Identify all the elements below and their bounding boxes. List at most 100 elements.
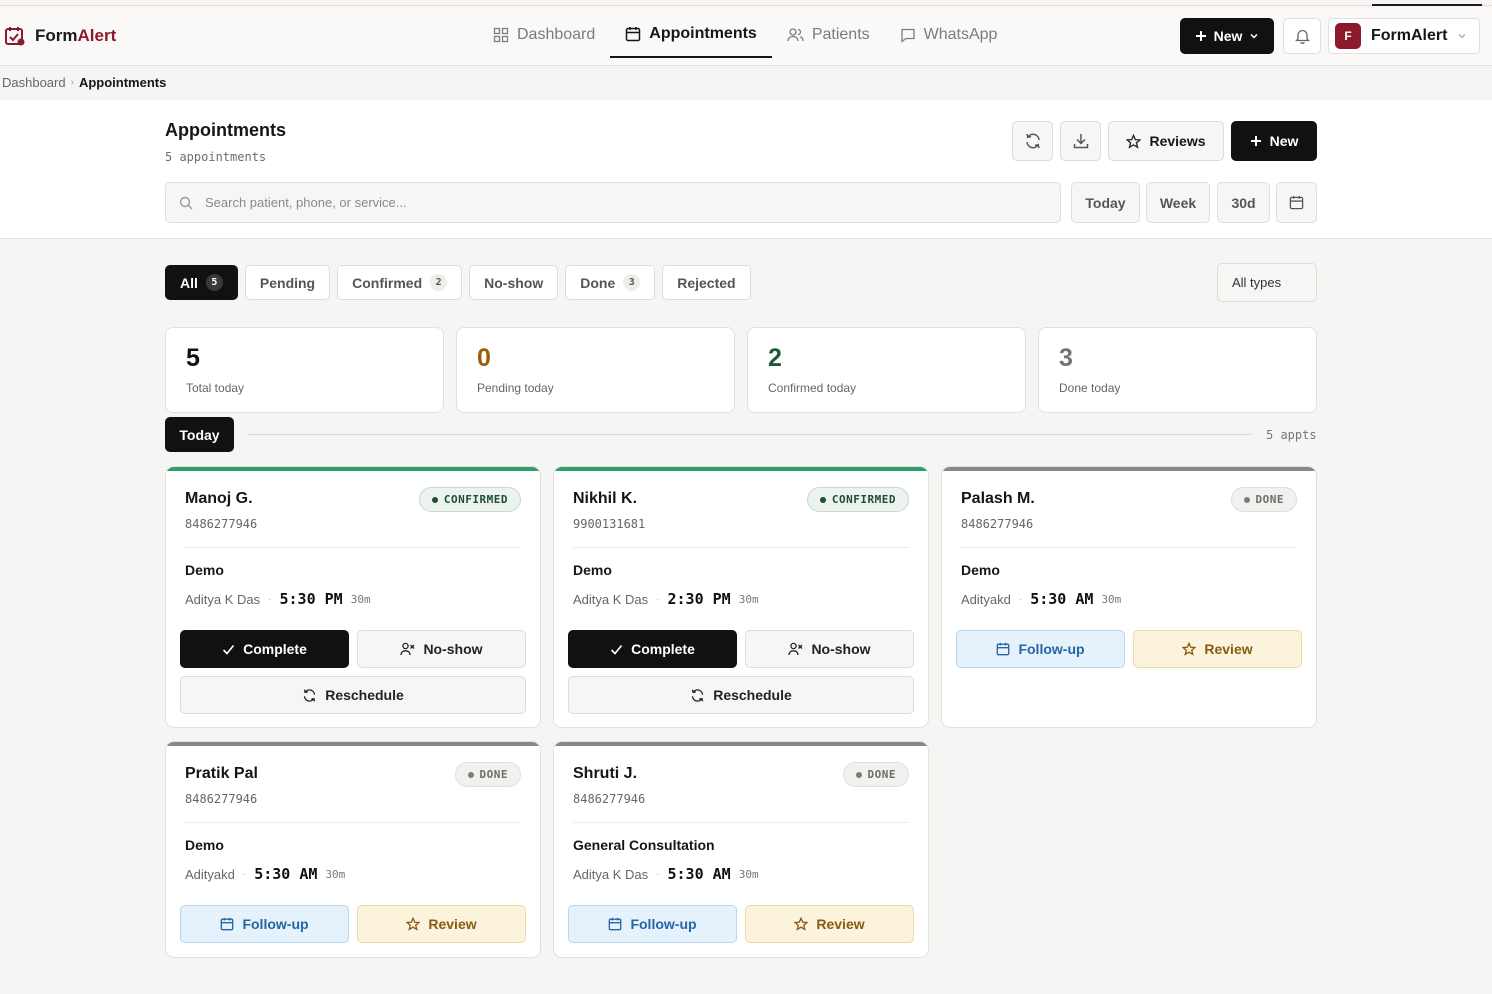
filter-label: Confirmed: [352, 274, 423, 291]
day-group-label: Today: [165, 417, 234, 452]
stat-pending-today: 0 Pending today: [456, 327, 735, 413]
range-week-button[interactable]: Week: [1146, 182, 1210, 223]
patient-name: Palash M.: [961, 490, 1035, 507]
status-bar: [554, 467, 928, 471]
brand[interactable]: FormAlert: [4, 25, 116, 47]
download-button[interactable]: [1060, 121, 1101, 161]
patient-name: Manoj G.: [185, 490, 253, 507]
status-dot-icon: [431, 496, 438, 503]
chat-icon: [900, 27, 916, 43]
top-new-button[interactable]: New: [1180, 18, 1274, 54]
stat-label: Confirmed today: [768, 381, 857, 395]
appointment-meta: Aditya K Das · 2:30 PM 30m: [573, 590, 759, 608]
separator-dot-icon: ·: [268, 593, 272, 605]
filter-all[interactable]: All 5: [165, 265, 238, 300]
review-button[interactable]: Review: [1133, 630, 1302, 668]
check-icon: [610, 643, 623, 656]
notifications-button[interactable]: [1283, 18, 1321, 54]
reviews-label: Reviews: [1149, 133, 1206, 149]
appointment-duration: 30m: [738, 867, 759, 881]
grid-icon: [493, 27, 509, 43]
filter-pending[interactable]: Pending: [244, 265, 331, 300]
no-show-button[interactable]: No-show: [357, 630, 526, 668]
appointment-duration: 30m: [325, 867, 346, 881]
appointment-meta: Aditya K Das · 5:30 PM 30m: [185, 590, 371, 608]
complete-button[interactable]: Complete: [568, 630, 737, 668]
appointment-meta: Aditya K Das · 5:30 AM 30m: [573, 865, 759, 883]
plus-icon: [1195, 30, 1207, 42]
type-select[interactable]: All types: [1217, 263, 1317, 302]
calendar-icon: [625, 26, 641, 42]
refresh-icon: [302, 688, 317, 703]
follow-up-button[interactable]: Follow-up: [180, 905, 349, 943]
nav-tab-patients[interactable]: Patients: [772, 12, 885, 58]
complete-label: Complete: [243, 641, 307, 657]
reschedule-button[interactable]: Reschedule: [568, 676, 914, 714]
range-today-button[interactable]: Today: [1071, 182, 1140, 223]
status-bar: [166, 467, 540, 471]
stat-label: Done today: [1059, 381, 1121, 395]
reschedule-button[interactable]: Reschedule: [180, 676, 526, 714]
review-button[interactable]: Review: [745, 905, 914, 943]
provider-name: Aditya K Das: [573, 866, 649, 882]
day-divider: [248, 434, 1251, 435]
search-icon: [179, 196, 193, 210]
range-30d-button[interactable]: 30d: [1217, 182, 1270, 223]
service-name: General Consultation: [573, 837, 715, 853]
filter-no-show[interactable]: No-show: [469, 265, 559, 300]
patient-name: Nikhil K.: [573, 490, 638, 507]
service-name: Demo: [961, 562, 1000, 578]
chevron-down-icon: [1249, 31, 1259, 41]
nav-tab-dashboard[interactable]: Dashboard: [478, 12, 610, 58]
nav-tab-whatsapp[interactable]: WhatsApp: [885, 12, 1013, 58]
status-badge: DONE: [842, 762, 909, 787]
patient-phone: 8486277946: [185, 517, 258, 531]
status-bar: [166, 742, 540, 746]
appointment-meta: Adityakd · 5:30 AM 30m: [185, 865, 345, 883]
user-menu-button[interactable]: F FormAlert: [1328, 18, 1480, 54]
breadcrumb: Dashboard › Appointments: [2, 75, 166, 90]
date-picker-button[interactable]: [1276, 182, 1317, 223]
nav-tab-appointments[interactable]: Appointments: [610, 12, 772, 58]
appointment-meta: Adityakd · 5:30 AM 30m: [961, 590, 1121, 608]
separator-dot-icon: ·: [656, 868, 660, 880]
filter-label: No-show: [484, 274, 544, 291]
appointment-time: 5:30 AM: [667, 865, 731, 883]
status-label: DONE: [867, 768, 896, 781]
bell-icon: [1294, 28, 1310, 44]
filter-done[interactable]: Done 3: [565, 265, 656, 300]
service-name: Demo: [573, 562, 612, 578]
refresh-button[interactable]: [1012, 121, 1053, 161]
filter-label: Pending: [259, 274, 316, 291]
status-filters: All 5 Pending Confirmed 2 No-show Done 3…: [165, 265, 751, 300]
separator-dot-icon: ·: [242, 868, 247, 880]
main-nav: Dashboard Appointments Patients WhatsApp: [478, 6, 1012, 66]
card-divider: [185, 822, 521, 823]
card-divider: [573, 822, 909, 823]
search-input[interactable]: [205, 195, 1005, 210]
breadcrumb-current: Appointments: [78, 75, 167, 90]
status-label: DONE: [1255, 493, 1284, 506]
reviews-button[interactable]: Reviews: [1108, 121, 1224, 161]
nav-tab-label: Appointments: [649, 25, 757, 42]
nav-tab-label: Dashboard: [517, 26, 596, 43]
appointment-card: Manoj G. 8486277946 CONFIRMED Demo Adity…: [165, 466, 541, 728]
breadcrumb-dashboard-link[interactable]: Dashboard: [2, 75, 66, 90]
no-show-button[interactable]: No-show: [745, 630, 914, 668]
search-box: [165, 182, 1061, 223]
follow-up-button[interactable]: Follow-up: [568, 905, 737, 943]
stat-value: 0: [477, 344, 491, 372]
status-dot-icon: [855, 771, 862, 778]
star-icon: [1126, 133, 1142, 149]
new-appointment-button[interactable]: New: [1231, 121, 1317, 161]
avatar: F: [1335, 23, 1361, 49]
status-label: CONFIRMED: [443, 493, 508, 506]
complete-button[interactable]: Complete: [180, 630, 349, 668]
service-name: Demo: [185, 562, 224, 578]
follow-up-button[interactable]: Follow-up: [956, 630, 1125, 668]
filter-rejected[interactable]: Rejected: [662, 265, 751, 300]
filter-confirmed[interactable]: Confirmed 2: [337, 265, 463, 300]
appointment-duration: 30m: [1101, 592, 1122, 606]
patient-phone: 9900131681: [573, 517, 646, 531]
review-button[interactable]: Review: [357, 905, 526, 943]
